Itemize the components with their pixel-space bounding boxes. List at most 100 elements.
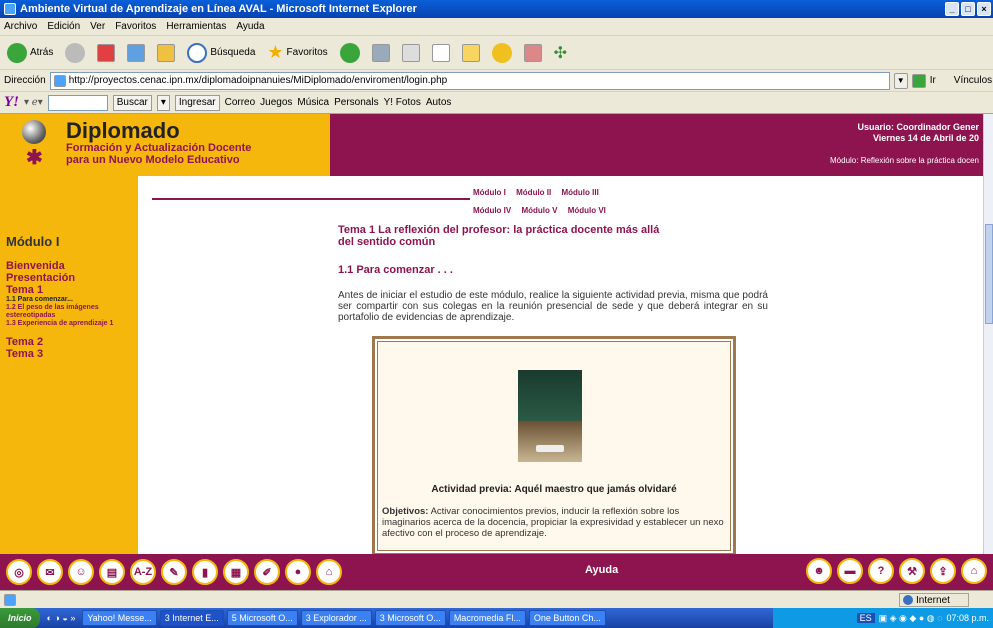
task-yahoo-messenger[interactable]: Yahoo! Messe...	[82, 610, 157, 626]
task-macromedia[interactable]: Macromedia Fl...	[448, 610, 526, 626]
objectives: Objetivos: Activar conocimientos previos…	[382, 506, 730, 539]
yahoo-fotos[interactable]: Y! Fotos	[384, 97, 421, 108]
sidebar-subitem-1-2[interactable]: 1.2 El peso de las imágenes estereotipad…	[6, 304, 134, 320]
ie-icon	[4, 3, 16, 15]
edit-button[interactable]	[429, 41, 453, 65]
history-button[interactable]	[337, 41, 363, 65]
maximize-button[interactable]: □	[961, 2, 975, 16]
notes-icon[interactable]: ✎	[161, 559, 187, 585]
print-button[interactable]	[399, 41, 423, 65]
address-bar: Dirección http://proyectos.cenac.ipn.mx/…	[0, 70, 993, 92]
activity-inner: Actividad previa: Aquél maestro que jamá…	[377, 341, 731, 551]
footer-toolbar: ◎ ✉ ☺ ▤ A-Z ✎ ▮ ▦ ✐ ● ⌂ Ayuda ☻ ▬ ? ⚒ ⇪ …	[0, 554, 993, 590]
scrollbar-thumb[interactable]	[985, 224, 993, 324]
sidebar-item-presentacion[interactable]: Presentación	[6, 272, 134, 284]
sidebar-item-tema-3[interactable]: Tema 3	[6, 348, 134, 360]
messenger-button[interactable]	[489, 41, 515, 65]
yahoo-search-input[interactable]	[47, 94, 108, 111]
mail-button[interactable]	[369, 41, 393, 65]
tool-icon-3[interactable]: ☺	[68, 559, 94, 585]
calendar-icon[interactable]: ▦	[223, 559, 249, 585]
research-button[interactable]	[521, 41, 545, 65]
window-titlebar: Ambiente Virtual de Aprendizaje en Línea…	[0, 0, 993, 18]
site-subtitle-2: para un Nuevo Modelo Educativo	[66, 154, 240, 166]
forward-button[interactable]	[62, 41, 88, 65]
folder-button[interactable]	[459, 41, 483, 65]
search-button[interactable]: Búsqueda	[184, 41, 258, 65]
favorites-button[interactable]: ★ Favoritos	[264, 41, 330, 65]
refresh-button[interactable]	[124, 41, 148, 65]
links-label[interactable]: Vínculos	[954, 75, 992, 86]
logo-area: ✱ Diplomado Formación y Actualización Do…	[0, 114, 330, 176]
language-indicator[interactable]: ES	[856, 613, 875, 623]
vertical-scrollbar[interactable]	[983, 114, 993, 554]
menu-bar: Archivo Edición Ver Favoritos Herramient…	[0, 18, 993, 36]
module-link-3[interactable]: Módulo III	[561, 188, 598, 197]
menu-archivo[interactable]: Archivo	[4, 21, 37, 32]
minimize-button[interactable]: _	[945, 2, 959, 16]
yahoo-ingresar-button[interactable]: Ingresar	[174, 94, 220, 111]
task-one-button[interactable]: One Button Ch...	[528, 610, 606, 626]
module-link-2[interactable]: Módulo II	[516, 188, 551, 197]
ie-small-icon[interactable]: ▾ ℯ▾	[24, 97, 43, 108]
task-microsoft-office-1[interactable]: 5 Microsoft O...	[226, 610, 298, 626]
home-icon[interactable]: ⌂	[316, 559, 342, 585]
tool-icon-1[interactable]: ◎	[6, 559, 32, 585]
task-explorer[interactable]: 3 Explorador ...	[300, 610, 372, 626]
pencil-icon[interactable]: ✐	[254, 559, 280, 585]
sidebar-subitem-1-1[interactable]: 1.1 Para comenzar...	[6, 296, 134, 304]
yahoo-musica[interactable]: Música	[297, 97, 329, 108]
stop-button[interactable]	[94, 41, 118, 65]
sidebar-item-bienvenida[interactable]: Bienvenida	[6, 260, 134, 272]
menu-ayuda[interactable]: Ayuda	[236, 21, 264, 32]
chat-icon[interactable]: ●	[285, 559, 311, 585]
module-link-5[interactable]: Módulo V	[521, 206, 557, 215]
forward-arrow-icon	[65, 42, 86, 63]
book-icon[interactable]: ▮	[192, 559, 218, 585]
yahoo-personals[interactable]: Personals	[334, 97, 378, 108]
tray-icons[interactable]: ▣ ◈ ◉ ◆ ● ◍ ◌	[879, 613, 943, 624]
module-link-1[interactable]: Módulo I	[473, 188, 506, 197]
exit-icon[interactable]: ⌂	[961, 558, 987, 584]
help-icon[interactable]: ?	[868, 558, 894, 584]
upload-icon[interactable]: ⇪	[930, 558, 956, 584]
tool-icon-2[interactable]: ✉	[37, 559, 63, 585]
sidebar-item-tema-2[interactable]: Tema 2	[6, 336, 134, 348]
back-button[interactable]: Atrás	[4, 41, 56, 65]
sidebar-subitem-1-3[interactable]: 1.3 Experiencia de aprendizaje 1	[6, 320, 134, 328]
yahoo-search-button[interactable]: Buscar	[112, 94, 152, 111]
yahoo-juegos[interactable]: Juegos	[260, 97, 292, 108]
briefcase-icon[interactable]: ▤	[99, 559, 125, 585]
menu-edicion[interactable]: Edición	[47, 21, 80, 32]
plugin-button[interactable]: ✣	[551, 41, 570, 65]
address-input[interactable]: http://proyectos.cenac.ipn.mx/diplomadoi…	[49, 71, 890, 90]
users-icon[interactable]: ☻	[806, 558, 832, 584]
module-link-6[interactable]: Módulo VI	[568, 206, 606, 215]
tools-icon[interactable]: ⚒	[899, 558, 925, 584]
mail-icon[interactable]: ▬	[837, 558, 863, 584]
task-internet-explorer[interactable]: 3 Internet E...	[159, 610, 224, 626]
menu-favoritos[interactable]: Favoritos	[115, 21, 156, 32]
quicklaunch-icons[interactable]: ◐ ◑ ◒ »	[47, 613, 76, 623]
yahoo-toolbar: Y! ▾ ℯ▾ Buscar ▾ Ingresar Correo Juegos …	[0, 92, 993, 114]
menu-herramientas[interactable]: Herramientas	[166, 21, 226, 32]
yahoo-correo[interactable]: Correo	[225, 97, 256, 108]
sidebar-item-tema-1[interactable]: Tema 1	[6, 284, 134, 296]
task-microsoft-office-2[interactable]: 3 Microsoft O...	[374, 610, 446, 626]
yahoo-dropdown[interactable]: ▾	[156, 94, 170, 111]
menu-ver[interactable]: Ver	[90, 21, 105, 32]
close-button[interactable]: ×	[977, 2, 991, 16]
yahoo-logo[interactable]: Y!	[4, 94, 19, 111]
module-link-4[interactable]: Módulo IV	[473, 206, 511, 215]
mail-icon	[371, 43, 390, 62]
yahoo-autos[interactable]: Autos	[426, 97, 452, 108]
start-button[interactable]: Inicio	[0, 608, 40, 628]
glossary-icon[interactable]: A-Z	[130, 559, 156, 585]
window-title: Ambiente Virtual de Aprendizaje en Línea…	[20, 3, 417, 15]
address-dropdown[interactable]: ▼	[893, 72, 908, 89]
go-icon[interactable]	[911, 73, 926, 88]
zone-label: Internet	[916, 594, 950, 606]
home-button[interactable]	[154, 41, 178, 65]
go-button[interactable]: Ir	[930, 75, 936, 86]
help-label[interactable]: Ayuda	[585, 564, 618, 576]
